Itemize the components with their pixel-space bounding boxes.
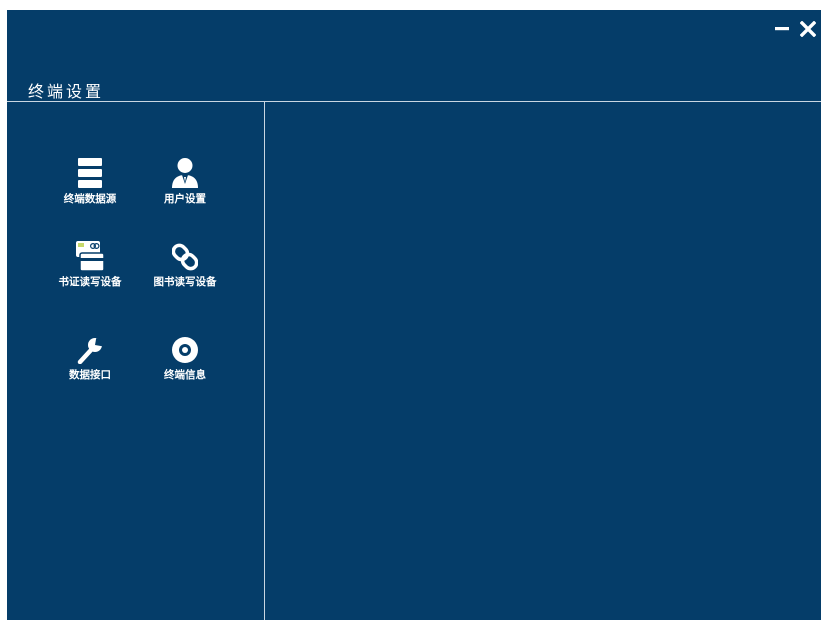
page-title: 终端设置 [28, 82, 105, 101]
link-icon [165, 237, 205, 271]
server-stack-icon [70, 154, 110, 188]
minimize-button[interactable] [773, 19, 791, 39]
menu-item-terminal-info[interactable]: 终端信息 [143, 330, 227, 390]
content-panel [265, 102, 821, 620]
minus-icon [775, 27, 789, 31]
close-button[interactable] [799, 19, 817, 39]
menu-label-data-source: 终端数据源 [63, 193, 117, 205]
menu-item-data-source[interactable]: 终端数据源 [48, 154, 132, 214]
menu-label-terminal-info: 终端信息 [164, 369, 206, 381]
menu-label-data-interface: 数据接口 [69, 369, 111, 381]
disc-icon [165, 330, 205, 364]
menu-item-book-reader[interactable]: 图书读写设备 [143, 237, 227, 297]
menu-item-user-settings[interactable]: 用户设置 [143, 154, 227, 214]
menu-label-card-reader: 书证读写设备 [58, 276, 122, 288]
menu-label-book-reader: 图书读写设备 [153, 276, 217, 288]
close-icon [800, 21, 816, 37]
card-reader-icon [70, 237, 110, 271]
menu-label-user-settings: 用户设置 [164, 193, 206, 205]
user-icon [165, 154, 205, 188]
window-controls [773, 19, 817, 39]
wrench-icon [70, 330, 110, 364]
menu-item-data-interface[interactable]: 数据接口 [48, 330, 132, 390]
settings-sidebar: 终端数据源 用户设置 书证读写设备 图书读写设备 数据接口 终端信息 [7, 102, 264, 620]
settings-window: 终端设置 终端数据源 用户设置 书证读写设备 图书读写设备 数据接口 终端信息 [7, 10, 821, 620]
menu-item-card-reader[interactable]: 书证读写设备 [48, 237, 132, 297]
